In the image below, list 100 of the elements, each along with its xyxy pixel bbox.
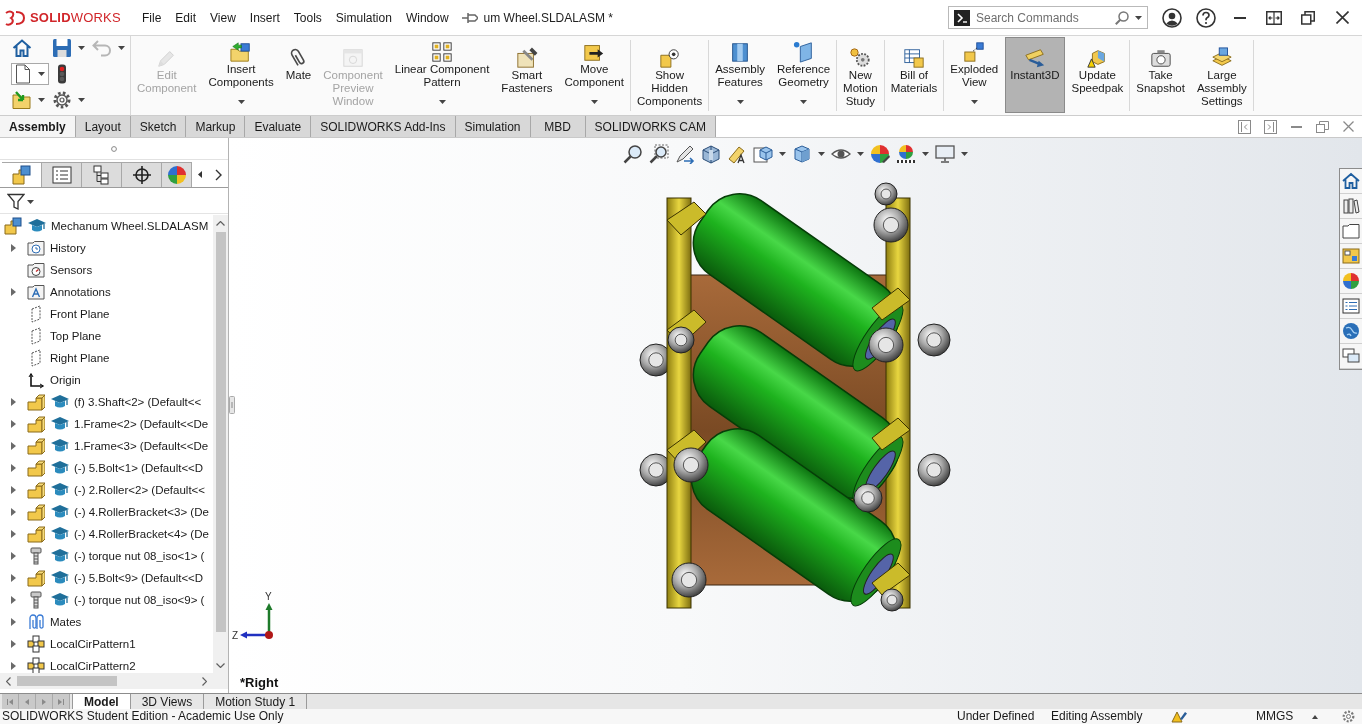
home-icon[interactable] (1342, 172, 1360, 190)
section-cube-icon[interactable] (701, 144, 721, 164)
expand-arrow-icon[interactable] (11, 420, 16, 428)
tree-item[interactable]: Origin (50, 374, 81, 386)
open-folder-icon[interactable] (12, 90, 32, 110)
command-button[interactable]: Update Speedpak (1066, 37, 1129, 113)
gear-icon[interactable] (1342, 710, 1355, 723)
tree-item[interactable]: (-) 4.RollerBracket<4> (De (74, 528, 209, 540)
chevron-right-icon[interactable] (214, 168, 222, 181)
caret-icon[interactable] (78, 46, 85, 50)
warning-pencil-icon[interactable] (1171, 710, 1187, 723)
expand-arrow-icon[interactable] (11, 398, 16, 406)
caret-icon[interactable] (922, 152, 929, 156)
caret-icon[interactable] (800, 100, 808, 104)
menu-item[interactable]: Tools (286, 5, 329, 30)
tree-item[interactable]: (f) 3.Shaft<2> (Default<< (74, 396, 202, 408)
home-icon[interactable] (12, 38, 32, 58)
magnifier-icon[interactable] (623, 144, 643, 164)
user-icon[interactable] (1162, 7, 1182, 28)
tree-item[interactable]: (-) 5.Bolt<9> (Default<<D (74, 572, 204, 584)
command-button[interactable]: Linear Component Pattern (389, 37, 495, 113)
chevron-right-icon[interactable] (202, 676, 207, 686)
help-icon[interactable] (1196, 7, 1216, 28)
tree-item[interactable]: Top Plane (50, 330, 102, 342)
command-tab[interactable]: MBD (530, 116, 586, 137)
expand-arrow-icon[interactable] (11, 486, 16, 494)
expand-arrow-icon[interactable] (11, 508, 16, 516)
tile-icon[interactable] (1266, 10, 1282, 25)
gear-icon[interactable] (52, 90, 72, 110)
expand-arrow-icon[interactable] (11, 288, 16, 296)
panel-right-icon[interactable] (1263, 119, 1277, 134)
tree-item[interactable]: Right Plane (50, 352, 110, 364)
scene-icon[interactable] (896, 144, 916, 164)
chevron-left-icon[interactable] (6, 676, 11, 686)
tree-item[interactable]: (-) 2.Roller<2> (Default<< (74, 484, 206, 496)
caret-up-icon[interactable] (1312, 714, 1318, 719)
tree-item[interactable]: 1.Frame<2> (Default<<De (74, 418, 209, 430)
menu-item[interactable]: Insert (242, 5, 287, 30)
arrow-left-icon[interactable] (198, 171, 202, 178)
globe-icon[interactable] (1342, 322, 1360, 340)
command-button[interactable]: Insert Components (203, 37, 279, 113)
search-icon[interactable] (1115, 10, 1129, 25)
scrollbar-thumb[interactable] (215, 232, 226, 632)
folder-icon[interactable] (1342, 222, 1360, 240)
expand-arrow-icon[interactable] (11, 662, 16, 670)
command-button[interactable]: Instant3D (1005, 37, 1065, 113)
monitor-icon[interactable] (935, 144, 955, 164)
tree-item[interactable]: History (50, 242, 86, 254)
command-button[interactable]: Large Assembly Settings (1191, 37, 1252, 113)
command-tab[interactable]: Assembly (0, 116, 76, 137)
new-document-button[interactable] (11, 63, 49, 85)
search-field[interactable]: Search Commands (948, 6, 1148, 29)
caret-icon[interactable] (27, 199, 34, 204)
units-selector[interactable]: MMGS (1256, 709, 1294, 724)
caret-icon[interactable] (590, 100, 598, 104)
grip-icon[interactable] (111, 145, 117, 152)
caret-icon[interactable] (38, 98, 45, 102)
chevron-up-icon[interactable] (216, 220, 225, 226)
palette-icon[interactable] (1342, 247, 1360, 265)
command-tab[interactable]: Evaluate (245, 116, 312, 137)
command-button[interactable]: Reference Geometry (772, 37, 836, 113)
minimize-icon[interactable] (1234, 16, 1246, 19)
command-button[interactable]: Assembly Features (710, 37, 771, 113)
panel-left-icon[interactable] (1237, 119, 1251, 134)
command-tab[interactable]: Layout (75, 116, 131, 137)
annotation-icon[interactable] (727, 144, 747, 164)
tree-item[interactable]: Sensors (50, 264, 93, 276)
menu-item[interactable]: Edit (168, 5, 204, 30)
tree-item[interactable]: LocalCirPattern1 (50, 638, 136, 650)
tree-item[interactable]: Mechanum Wheel.SLDALASM (51, 220, 209, 232)
panel-tab[interactable] (122, 162, 162, 187)
command-button[interactable]: Bill of Materials (885, 37, 943, 113)
cube-icon[interactable] (792, 144, 812, 164)
panel-tab[interactable] (2, 162, 42, 187)
menu-item[interactable]: Window (398, 5, 456, 30)
expand-arrow-icon[interactable] (11, 244, 16, 252)
menu-item[interactable]: File (135, 5, 169, 30)
magnifier-box-icon[interactable] (649, 144, 669, 164)
caret-icon[interactable] (78, 98, 85, 102)
grip-handle-icon[interactable] (229, 396, 235, 414)
expand-arrow-icon[interactable] (11, 530, 16, 538)
tree-item[interactable]: LocalCirPattern2 (50, 660, 136, 672)
pencil-arrow-icon[interactable] (675, 144, 695, 164)
scrollbar-thumb[interactable] (17, 676, 117, 686)
tree-item[interactable]: (-) torque nut 08_iso<9> ( (74, 594, 205, 606)
caret-icon[interactable] (38, 72, 45, 76)
tree-item[interactable]: (-) 4.RollerBracket<3> (De (74, 506, 209, 518)
filter-icon[interactable] (7, 192, 25, 211)
vertical-scrollbar[interactable] (213, 215, 228, 673)
tree-item[interactable]: (-) torque nut 08_iso<1> ( (74, 550, 205, 562)
caret-icon[interactable] (970, 100, 978, 104)
caret-icon[interactable] (438, 100, 446, 104)
save-icon[interactable] (52, 38, 72, 58)
menu-item[interactable]: Simulation (328, 5, 399, 30)
list-icon[interactable] (1342, 297, 1360, 315)
color-ball-icon[interactable] (1342, 272, 1360, 290)
command-tab[interactable]: Simulation (455, 116, 531, 137)
caret-icon[interactable] (779, 152, 786, 156)
expand-arrow-icon[interactable] (11, 464, 16, 472)
new-document-icon[interactable] (13, 64, 33, 84)
